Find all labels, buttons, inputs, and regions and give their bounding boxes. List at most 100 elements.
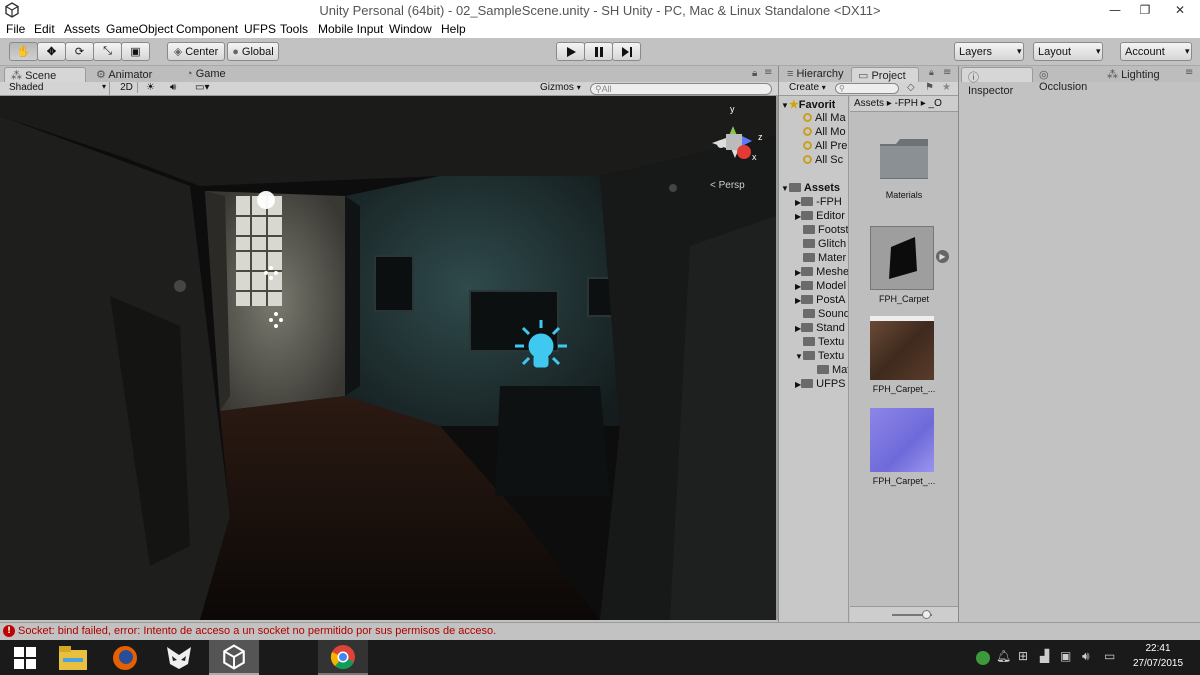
expand-asset-icon[interactable]: ▶	[936, 250, 949, 263]
tree-folder[interactable]: Mater	[803, 252, 846, 266]
tree-folder[interactable]: ▼ Textu	[795, 350, 844, 364]
tab-game[interactable]: ◔ Game	[180, 67, 250, 82]
shading-mode-dropdown[interactable]: Shaded ▾	[0, 82, 110, 96]
taskbar-unity[interactable]	[209, 640, 259, 675]
breadcrumb-item[interactable]: _O	[929, 98, 942, 109]
tray-network-error-icon[interactable]: ▣	[1060, 649, 1071, 663]
create-dropdown[interactable]: Create ▾	[789, 82, 826, 93]
account-dropdown[interactable]: Account	[1120, 42, 1192, 61]
menu-help[interactable]: Help	[441, 22, 466, 36]
menu-window[interactable]: Window	[389, 22, 432, 36]
tray-signal-icon[interactable]: ▟	[1040, 649, 1049, 663]
tree-favorite-item[interactable]: All Pre	[803, 140, 847, 154]
menu-edit[interactable]: Edit	[34, 22, 55, 36]
tab-menu-icon[interactable]: ≡	[764, 67, 772, 78]
space-global-toggle[interactable]: ● Global	[227, 42, 279, 61]
taskbar-foobar[interactable]	[154, 640, 204, 675]
scene-viewport[interactable]: y z x < Persp	[0, 96, 776, 620]
pause-button[interactable]	[584, 42, 613, 61]
tree-folder[interactable]: ▶ PostA	[795, 294, 846, 308]
move-tool-button[interactable]: ✥	[37, 42, 66, 61]
tray-input-icon[interactable]: ▭	[1104, 649, 1115, 663]
breadcrumb-item[interactable]: Assets	[854, 98, 884, 109]
tree-folder[interactable]: Textu	[803, 336, 844, 350]
tree-folder[interactable]: ▶ -FPH	[795, 196, 842, 210]
asset-item[interactable]: FPH_Carpet_...	[850, 314, 958, 394]
tab-hierarchy[interactable]: ≡ Hierarchy	[781, 67, 851, 82]
menu-assets[interactable]: Assets	[64, 22, 100, 36]
lock-icon[interactable]: 🔒︎	[752, 68, 757, 79]
step-button[interactable]	[612, 42, 641, 61]
taskbar-firefox[interactable]	[100, 640, 150, 675]
tree-folder[interactable]: ▶ UFPS	[795, 378, 846, 392]
tab-animator[interactable]: ⚙ Animator	[90, 67, 178, 82]
clock-date[interactable]: 27/07/2015	[1128, 658, 1188, 669]
tray-app-icon[interactable]	[976, 651, 990, 665]
tab-menu-icon[interactable]: ≡	[1185, 67, 1193, 78]
tree-favorite-item[interactable]: All Mo	[803, 126, 846, 140]
taskbar-chrome[interactable]	[318, 640, 368, 675]
rect-tool-button[interactable]: ▣	[121, 42, 150, 61]
tab-scene[interactable]: ⁂ Scene	[4, 67, 86, 82]
rotate-tool-button[interactable]: ⟳	[65, 42, 94, 61]
slider-thumb[interactable]	[922, 610, 931, 619]
taskbar-file-explorer[interactable]	[48, 640, 98, 675]
hand-tool-button[interactable]: ✋	[9, 42, 38, 61]
asset-item[interactable]: Materials	[850, 132, 958, 212]
asset-item[interactable]: ▶ FPH_Carpet	[850, 224, 958, 304]
tree-folder[interactable]: ▶ Stand	[795, 322, 845, 336]
tree-folder[interactable]: Mat	[817, 364, 848, 378]
scene-search-input[interactable]: ⚲All	[590, 83, 772, 95]
tree-favorites[interactable]: ▼★Favorit	[781, 98, 835, 112]
layout-dropdown[interactable]: Layout	[1033, 42, 1103, 61]
project-search-input[interactable]: ⚲	[835, 83, 899, 94]
lock-icon[interactable]: 🔒︎	[929, 68, 934, 78]
tree-folder[interactable]: Footst	[803, 224, 848, 238]
tray-windows-icon[interactable]: ⊞	[1018, 649, 1028, 663]
maximize-button[interactable]: ❐	[1130, 0, 1160, 20]
icon-size-slider[interactable]	[850, 606, 959, 622]
tree-folder[interactable]: ▶ Model	[795, 280, 846, 294]
tab-occlusion[interactable]: ◎ Occlusion	[1033, 67, 1105, 93]
menu-component[interactable]: Component	[176, 22, 238, 36]
tree-folder[interactable]: ▶ Editor	[795, 210, 845, 224]
menu-gameobject[interactable]: GameObject	[106, 22, 173, 36]
breadcrumb-item[interactable]: -FPH	[895, 98, 918, 109]
globe-icon: ●	[232, 45, 239, 58]
scale-tool-button[interactable]: ⤡	[93, 42, 122, 61]
pivot-center-toggle[interactable]: ◈ Center	[167, 42, 225, 61]
search-by-type-icon[interactable]: ◇	[907, 82, 915, 93]
asset-item[interactable]: FPH_Carpet_...	[850, 406, 958, 486]
tab-lighting[interactable]: ⁂ Lighting	[1101, 67, 1173, 82]
favorites-star-icon[interactable]: ★	[942, 82, 951, 93]
menu-file[interactable]: File	[6, 22, 25, 36]
tray-notification-icon[interactable]: 🔔︎	[996, 649, 1011, 663]
tree-favorite-item[interactable]: All Ma	[803, 112, 846, 126]
scene-lighting-toggle-icon[interactable]: ☀	[146, 82, 160, 93]
tree-folder[interactable]: ▶ Meshe	[795, 266, 848, 280]
search-by-label-icon[interactable]: ⚑	[925, 82, 934, 93]
console-status-bar[interactable]: ! Socket: bind failed, error: Intento de…	[0, 622, 1200, 640]
play-button[interactable]	[556, 42, 585, 61]
tree-folder[interactable]: Sound	[803, 308, 848, 322]
start-button[interactable]	[0, 640, 50, 675]
tree-assets[interactable]: ▼ Assets	[781, 182, 840, 196]
projection-mode-label[interactable]: < Persp	[710, 180, 745, 191]
layers-dropdown[interactable]: Layers	[954, 42, 1024, 61]
minimize-button[interactable]: —	[1100, 0, 1130, 20]
mode-2d-toggle[interactable]: 2D	[116, 82, 138, 93]
scene-audio-toggle-icon[interactable]: 🔊︎	[170, 82, 184, 93]
tab-inspector[interactable]: ⓘ Inspector	[961, 67, 1033, 97]
clock-time[interactable]: 22:41	[1128, 643, 1188, 654]
scene-effects-dropdown-icon[interactable]: ▭▾	[195, 82, 217, 93]
menu-tools[interactable]: Tools	[280, 22, 308, 36]
tab-menu-icon[interactable]: ≡	[943, 67, 951, 78]
tree-folder[interactable]: Glitch	[803, 238, 846, 252]
menu-mobile-input[interactable]: Mobile Input	[318, 22, 383, 36]
tray-volume-icon[interactable]: 🔊︎	[1082, 649, 1090, 664]
tree-favorite-item[interactable]: All Sc	[803, 154, 843, 168]
menu-ufps[interactable]: UFPS	[244, 22, 276, 36]
close-button[interactable]: ✕	[1160, 0, 1200, 20]
gizmos-dropdown[interactable]: Gizmos ▾	[540, 82, 582, 93]
tab-project[interactable]: ▭ Project	[851, 67, 919, 82]
